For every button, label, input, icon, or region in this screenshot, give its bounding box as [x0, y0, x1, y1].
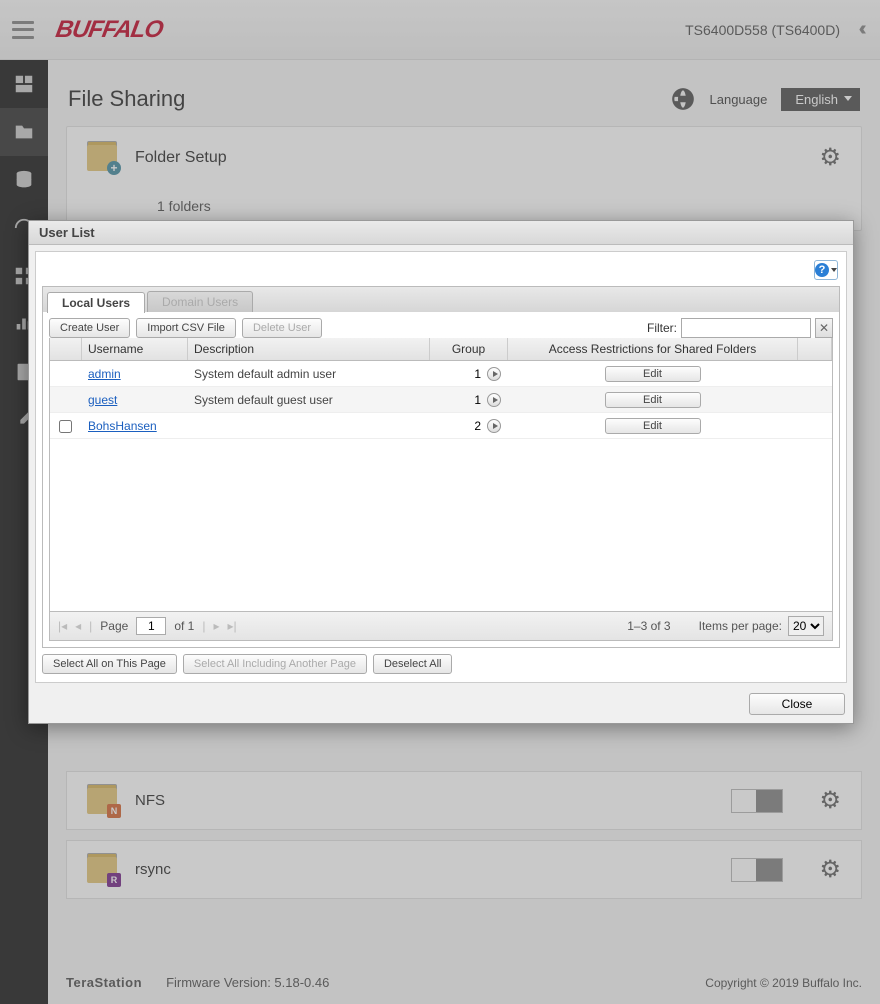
select-all-page-button[interactable]: Select All on This Page [42, 654, 177, 674]
pager-of-label: of 1 [174, 619, 194, 633]
pager: |◂ ◂ | Page of 1 | ▸ ▸| 1–3 of 3 Items p… [49, 612, 833, 641]
filter-clear-button[interactable]: ✕ [815, 318, 833, 338]
pager-first-icon: |◂ [58, 619, 67, 633]
help-button[interactable]: ? [814, 260, 838, 280]
filter-input[interactable] [681, 318, 811, 338]
tabs: Local Users Domain Users [42, 286, 840, 312]
user-list-modal: User List ? Local Users Domain Users Cre… [28, 220, 854, 724]
col-group[interactable]: Group [430, 338, 508, 360]
group-count: 1 [474, 393, 481, 407]
group-count: 2 [474, 419, 481, 433]
expand-group-icon[interactable] [487, 367, 501, 381]
import-csv-button[interactable]: Import CSV File [136, 318, 236, 338]
username-link[interactable]: BohsHansen [88, 419, 157, 433]
col-checkbox [50, 338, 82, 360]
deselect-all-button[interactable]: Deselect All [373, 654, 452, 674]
pager-last-icon: ▸| [228, 619, 237, 633]
group-count: 1 [474, 367, 481, 381]
username-link[interactable]: admin [88, 367, 121, 381]
table-row: BohsHansen 2 Edit [50, 413, 832, 439]
close-button[interactable]: Close [749, 693, 845, 715]
tab-domain-users[interactable]: Domain Users [147, 291, 253, 312]
create-user-button[interactable]: Create User [49, 318, 130, 338]
col-access[interactable]: Access Restrictions for Shared Folders [508, 338, 798, 360]
col-username[interactable]: Username [82, 338, 188, 360]
tab-local-users[interactable]: Local Users [47, 292, 145, 313]
delete-user-button: Delete User [242, 318, 322, 338]
pager-next-icon: ▸ [213, 619, 219, 633]
expand-group-icon[interactable] [487, 419, 501, 433]
table-row: guest System default guest user 1 Edit [50, 387, 832, 413]
row-description: System default guest user [188, 393, 430, 407]
table-row: admin System default admin user 1 Edit [50, 361, 832, 387]
filter-label: Filter: [647, 321, 677, 335]
edit-button[interactable]: Edit [605, 418, 701, 434]
edit-button[interactable]: Edit [605, 366, 701, 382]
col-spacer [798, 338, 832, 360]
edit-button[interactable]: Edit [605, 392, 701, 408]
row-description: System default admin user [188, 367, 430, 381]
pager-prev-icon: ◂ [75, 619, 81, 633]
pager-range: 1–3 of 3 [627, 619, 670, 633]
ipp-select[interactable]: 20 [788, 616, 824, 636]
expand-group-icon[interactable] [487, 393, 501, 407]
col-description[interactable]: Description [188, 338, 430, 360]
pager-page-input[interactable] [136, 617, 166, 635]
pager-page-label: Page [100, 619, 128, 633]
username-link[interactable]: guest [88, 393, 117, 407]
modal-title: User List [29, 221, 853, 245]
select-all-pages-button: Select All Including Another Page [183, 654, 367, 674]
ipp-label: Items per page: [699, 619, 782, 633]
row-checkbox[interactable] [59, 420, 72, 433]
